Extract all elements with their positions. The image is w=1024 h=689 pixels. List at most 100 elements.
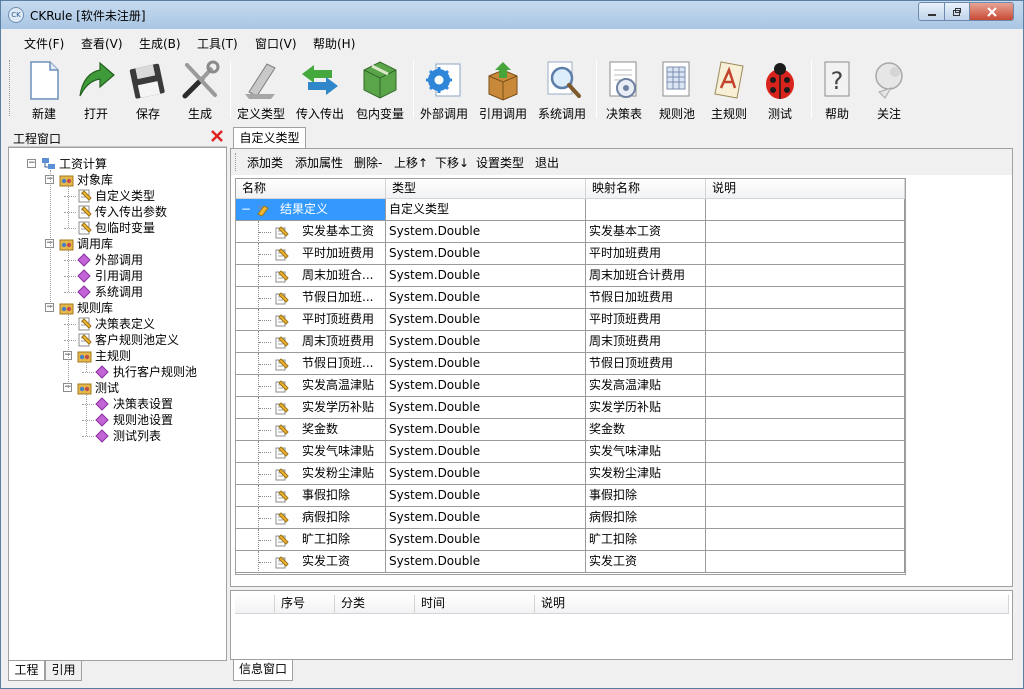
cell-mapped-name[interactable]: 平时加班费用 [586, 243, 706, 265]
cell-type[interactable]: System.Double [386, 507, 586, 529]
table-row[interactable]: 平时顶班费用 System.Double 平时顶班费用 [236, 309, 905, 331]
cell-mapped-name[interactable]: 实发高温津贴 [586, 375, 706, 397]
table-row[interactable]: 事假扣除 System.Double 事假扣除 [236, 485, 905, 507]
cell-name[interactable]: 平时加班费用 [236, 243, 386, 265]
table-row[interactable]: 实发高温津贴 System.Double 实发高温津贴 [236, 375, 905, 397]
cell-type[interactable]: System.Double [386, 441, 586, 463]
save-button[interactable]: 保存 [122, 56, 174, 122]
new-button[interactable]: 新建 [18, 56, 70, 122]
cell-description[interactable] [706, 441, 905, 463]
column-header-description[interactable]: 说明 [706, 179, 905, 199]
set-type-button[interactable]: 设置类型 [476, 154, 524, 171]
cell-name[interactable]: 节假日顶班... [236, 353, 386, 375]
cell-description[interactable] [706, 551, 905, 573]
cell-name[interactable]: 旷工扣除 [236, 529, 386, 551]
cell-type[interactable]: System.Double [386, 331, 586, 353]
cell-type[interactable]: System.Double [386, 397, 586, 419]
cell-name[interactable]: 实发学历补贴 [236, 397, 386, 419]
cell-mapped-name[interactable]: 实发基本工资 [586, 221, 706, 243]
info-header-time[interactable]: 时间 [415, 595, 535, 614]
cell-description[interactable] [706, 485, 905, 507]
cell-type[interactable]: System.Double [386, 309, 586, 331]
cell-mapped-name[interactable]: 旷工扣除 [586, 529, 706, 551]
info-header-category[interactable]: 分类 [335, 595, 415, 614]
tab-reference[interactable]: 引用 [45, 661, 82, 681]
cell-mapped-name[interactable]: 节假日顶班费用 [586, 353, 706, 375]
delete-button[interactable]: 删除- [354, 154, 382, 171]
cell-mapped-name[interactable]: 平时顶班费用 [586, 309, 706, 331]
cell-description[interactable] [706, 353, 905, 375]
cell-type[interactable]: System.Double [386, 375, 586, 397]
cell-mapped-name[interactable]: 实发气味津贴 [586, 441, 706, 463]
follow-button[interactable]: 关注 [863, 56, 915, 122]
table-row[interactable]: 奖金数 System.Double 奖金数 [236, 419, 905, 441]
in-out-button[interactable]: 传入传出 [291, 56, 349, 122]
cell-mapped-name[interactable]: 实发粉尘津贴 [586, 463, 706, 485]
table-row[interactable]: 节假日加班... System.Double 节假日加班费用 [236, 287, 905, 309]
table-row[interactable]: 节假日顶班... System.Double 节假日顶班费用 [236, 353, 905, 375]
cell-description[interactable] [706, 331, 905, 353]
cell-description[interactable] [706, 397, 905, 419]
cell-type[interactable]: System.Double [386, 265, 586, 287]
cell-type[interactable]: System.Double [386, 353, 586, 375]
document-tab[interactable]: 自定义类型 [233, 127, 306, 149]
cell-mapped-name[interactable]: 周末顶班费用 [586, 331, 706, 353]
package-variable-button[interactable]: 包内变量 [351, 56, 409, 122]
cell-mapped-name[interactable]: 病假扣除 [586, 507, 706, 529]
cell-description[interactable] [706, 463, 905, 485]
cell-description[interactable] [706, 199, 905, 221]
cell-name[interactable]: 实发粉尘津贴 [236, 463, 386, 485]
cell-description[interactable] [706, 419, 905, 441]
table-row[interactable]: 实发基本工资 System.Double 实发基本工资 [236, 221, 905, 243]
cell-type[interactable]: System.Double [386, 419, 586, 441]
collapse-icon[interactable]: − [241, 199, 251, 220]
build-button[interactable]: 生成 [174, 56, 226, 122]
cell-mapped-name[interactable]: 节假日加班费用 [586, 287, 706, 309]
reference-call-button[interactable]: 引用调用 [475, 56, 531, 122]
cell-mapped-name[interactable]: 奖金数 [586, 419, 706, 441]
table-row[interactable]: 平时加班费用 System.Double 平时加班费用 [236, 243, 905, 265]
cell-name[interactable]: − 结果定义 [236, 199, 386, 221]
cell-name[interactable]: 实发基本工资 [236, 221, 386, 243]
table-row[interactable]: 病假扣除 System.Double 病假扣除 [236, 507, 905, 529]
close-button[interactable] [969, 2, 1014, 21]
cell-name[interactable]: 实发高温津贴 [236, 375, 386, 397]
cell-type[interactable]: 自定义类型 [386, 199, 586, 221]
cell-mapped-name[interactable]: 事假扣除 [586, 485, 706, 507]
cell-description[interactable] [706, 287, 905, 309]
cell-type[interactable]: System.Double [386, 529, 586, 551]
table-row[interactable]: 实发工资 System.Double 实发工资 [236, 551, 905, 573]
cell-description[interactable] [706, 309, 905, 331]
cell-type[interactable]: System.Double [386, 221, 586, 243]
system-call-button[interactable]: 系统调用 [534, 56, 590, 122]
panel-close-icon[interactable] [210, 129, 224, 143]
rule-pool-button[interactable]: 规则池 [651, 56, 703, 122]
cell-name[interactable]: 周末顶班费用 [236, 331, 386, 353]
table-row[interactable]: 实发学历补贴 System.Double 实发学历补贴 [236, 397, 905, 419]
add-property-button[interactable]: 添加属性 [295, 154, 343, 171]
cell-description[interactable] [706, 375, 905, 397]
cell-mapped-name[interactable]: 周末加班合计费用 [586, 265, 706, 287]
info-header-description[interactable]: 说明 [535, 595, 1009, 614]
column-header-name[interactable]: 名称 [236, 179, 386, 199]
tab-project[interactable]: 工程 [8, 661, 45, 681]
cell-type[interactable]: System.Double [386, 243, 586, 265]
cell-name[interactable]: 实发工资 [236, 551, 386, 573]
cell-type[interactable]: System.Double [386, 287, 586, 309]
tree-collapse-toggle[interactable]: − [27, 159, 36, 168]
move-down-button[interactable]: 下移↓ [435, 154, 469, 171]
add-class-button[interactable]: 添加类 [247, 154, 283, 171]
table-row[interactable]: 实发粉尘津贴 System.Double 实发粉尘津贴 [236, 463, 905, 485]
tab-info-window[interactable]: 信息窗口 [233, 660, 293, 681]
menu-file[interactable]: 文件(F) [24, 35, 64, 52]
cell-name[interactable]: 实发气味津贴 [236, 441, 386, 463]
cell-description[interactable] [706, 507, 905, 529]
cell-type[interactable]: System.Double [386, 551, 586, 573]
cell-description[interactable] [706, 243, 905, 265]
minimize-button[interactable] [918, 2, 945, 21]
menu-view[interactable]: 查看(V) [81, 35, 123, 52]
help-button[interactable]: ? 帮助 [814, 56, 860, 122]
cell-description[interactable] [706, 265, 905, 287]
decision-table-button[interactable]: 决策表 [599, 56, 649, 122]
cell-mapped-name[interactable]: 实发学历补贴 [586, 397, 706, 419]
